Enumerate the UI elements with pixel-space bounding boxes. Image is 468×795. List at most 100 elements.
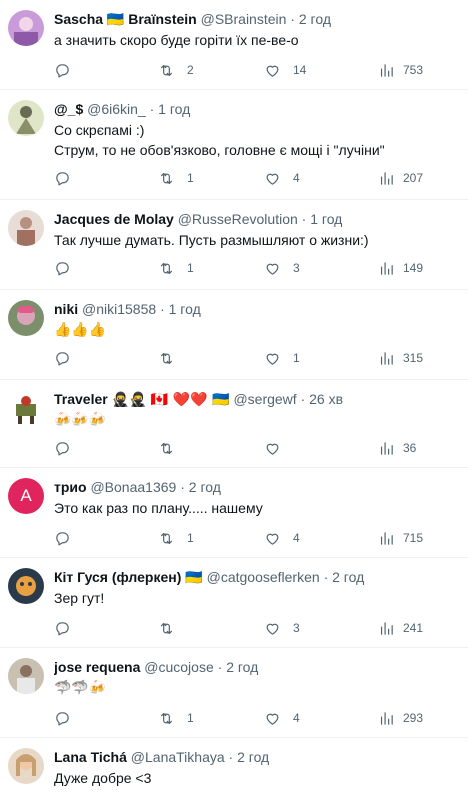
user-handle[interactable]: @RusseRevolution	[178, 211, 298, 227]
retweet-button[interactable]	[158, 618, 187, 638]
views-button[interactable]: 715	[378, 528, 423, 548]
like-button[interactable]: 3	[264, 618, 300, 638]
like-count: 4	[293, 531, 300, 545]
views-icon	[380, 711, 393, 725]
avatar[interactable]: A	[8, 478, 44, 514]
retweet-button[interactable]	[158, 438, 187, 458]
user-name[interactable]: niki	[54, 301, 78, 317]
tweet-reply[interactable]: Sascha 🇺🇦 Braïnstein @SBrainstein · 2 го…	[0, 0, 468, 90]
retweet-button[interactable]: 1	[158, 168, 194, 188]
avatar[interactable]	[8, 10, 44, 46]
user-handle[interactable]: @6i6kin_	[87, 101, 146, 117]
avatar[interactable]	[8, 210, 44, 246]
retweet-icon	[160, 712, 173, 724]
user-handle[interactable]: @niki15858	[82, 301, 156, 317]
reply-button[interactable]	[54, 618, 83, 638]
reply-button[interactable]	[54, 60, 83, 80]
avatar[interactable]	[8, 568, 44, 604]
user-name[interactable]: Sascha 🇺🇦 Braïnstein	[54, 11, 197, 27]
tweet-header: Sascha 🇺🇦 Braïnstein @SBrainstein · 2 го…	[54, 10, 458, 28]
views-icon	[380, 261, 393, 275]
tweet-reply[interactable]: Кіт Гуся (флеркен) 🇺🇦 @catgooseflerken ·…	[0, 558, 468, 648]
heart-icon	[266, 533, 279, 545]
tweet-reply[interactable]: A трио @Bonaa1369 · 2 год Это как раз по…	[0, 468, 468, 558]
timestamp[interactable]: 1 год	[158, 101, 190, 117]
tweet-text: а значить скоро буде горіти їх пе-ве-о	[54, 32, 299, 48]
like-button[interactable]: 4	[264, 528, 300, 548]
tweet-reply[interactable]: jose requena @cucojose · 2 год 🦈🦈🍻 1 4 2…	[0, 648, 468, 738]
like-button[interactable]: 1	[264, 348, 300, 368]
like-button[interactable]: 4	[264, 708, 300, 728]
action-bar: 1 4 715	[54, 528, 458, 548]
avatar[interactable]	[8, 748, 44, 784]
like-button[interactable]: 3	[264, 258, 300, 278]
user-name[interactable]: Traveler	[54, 391, 108, 407]
timestamp[interactable]: 26 хв	[309, 391, 343, 407]
avatar[interactable]	[8, 658, 44, 694]
retweet-button[interactable]	[158, 348, 187, 368]
tweet-reply[interactable]: Lana Tichá @LanaTikhaya · 2 год Дуже доб…	[0, 738, 468, 795]
retweet-button[interactable]: 1	[158, 258, 194, 278]
timestamp[interactable]: 1 год	[310, 211, 342, 227]
reply-button[interactable]	[54, 348, 83, 368]
views-button[interactable]: 753	[378, 60, 423, 80]
tweet-header: Lana Tichá @LanaTikhaya · 2 год	[54, 748, 458, 766]
views-icon	[380, 531, 393, 545]
user-handle[interactable]: @cucojose	[144, 659, 213, 675]
tweet-header: jose requena @cucojose · 2 год	[54, 658, 458, 676]
user-name[interactable]: Кіт Гуся (флеркен)	[54, 569, 181, 585]
retweet-button[interactable]: 1	[158, 708, 194, 728]
timestamp[interactable]: 2 год	[332, 569, 364, 585]
user-name[interactable]: @_$	[54, 101, 83, 117]
user-handle[interactable]: @Bonaa1369	[90, 479, 176, 495]
views-count: 293	[403, 711, 424, 725]
user-handle[interactable]: @sergewf	[233, 391, 296, 407]
reply-button[interactable]	[54, 528, 83, 548]
retweet-button[interactable]: 2	[158, 60, 194, 80]
user-handle[interactable]: @LanaTikhaya	[131, 749, 225, 765]
reply-button[interactable]	[54, 708, 83, 728]
separator: ·	[160, 301, 165, 317]
avatar-letter: A	[20, 486, 32, 505]
user-handle[interactable]: @SBrainstein	[201, 11, 287, 27]
timestamp[interactable]: 2 год	[237, 749, 269, 765]
tweet-reply[interactable]: Jacques de Molay @RusseRevolution · 1 го…	[0, 200, 468, 290]
user-handle[interactable]: @catgooseflerken	[207, 569, 320, 585]
views-count: 315	[403, 351, 424, 365]
tweet-reply[interactable]: Traveler 🥷🥷 🇨🇦 ❤️❤️ 🇺🇦 @sergewf · 26 хв …	[0, 380, 468, 468]
reply-button[interactable]	[54, 168, 83, 188]
retweet-button[interactable]: 1	[158, 528, 194, 548]
reply-button[interactable]	[54, 438, 83, 458]
avatar[interactable]	[8, 300, 44, 336]
timestamp[interactable]: 1 год	[169, 301, 201, 317]
timestamp[interactable]: 2 год	[226, 659, 258, 675]
retweet-count: 2	[187, 63, 194, 77]
heart-icon	[266, 173, 279, 185]
tweet-reply[interactable]: @_$ @6i6kin_ · 1 год Со скрєпамі :) Стру…	[0, 90, 468, 200]
views-button[interactable]: 36	[378, 438, 416, 458]
avatar[interactable]	[8, 390, 44, 426]
retweet-icon	[160, 442, 173, 454]
reply-icon	[56, 441, 69, 455]
timestamp[interactable]: 2 год	[299, 11, 331, 27]
like-button[interactable]: 4	[264, 168, 300, 188]
views-button[interactable]: 207	[378, 168, 423, 188]
tweet-reply[interactable]: niki @niki15858 · 1 год 👍👍👍 1 315	[0, 290, 468, 380]
user-name[interactable]: Jacques de Molay	[54, 211, 174, 227]
user-name[interactable]: трио	[54, 479, 87, 495]
views-count: 149	[403, 261, 424, 275]
views-button[interactable]: 149	[378, 258, 423, 278]
user-name[interactable]: jose requena	[54, 659, 140, 675]
views-button[interactable]: 293	[378, 708, 423, 728]
avatar[interactable]	[8, 100, 44, 136]
views-button[interactable]: 315	[378, 348, 423, 368]
retweet-count: 1	[187, 531, 194, 545]
user-name[interactable]: Lana Tichá	[54, 749, 127, 765]
like-button[interactable]	[264, 438, 293, 458]
like-button[interactable]: 14	[264, 60, 306, 80]
like-count: 3	[293, 621, 300, 635]
reply-icon	[56, 351, 69, 365]
timestamp[interactable]: 2 год	[189, 479, 221, 495]
reply-button[interactable]	[54, 258, 83, 278]
views-button[interactable]: 241	[378, 618, 423, 638]
